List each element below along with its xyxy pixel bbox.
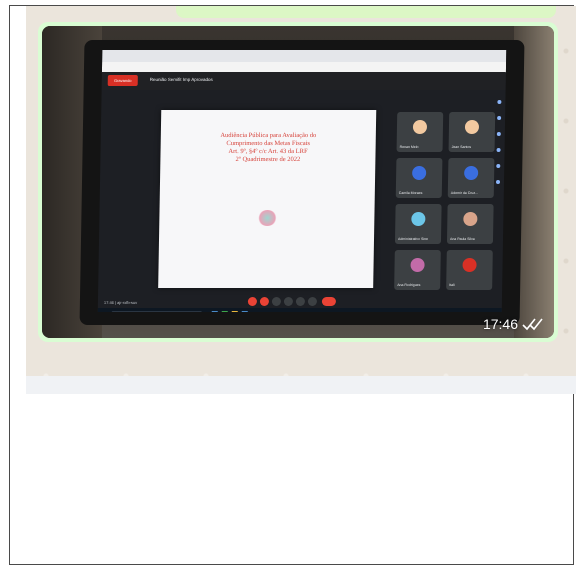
participant-avatar bbox=[462, 258, 477, 272]
taskbar-icon bbox=[241, 311, 248, 312]
slide-line: 2º Quadrimestre de 2022 bbox=[235, 156, 301, 163]
participant-name: Renan Melo bbox=[399, 145, 419, 149]
message-photo[interactable]: Gravando Reunião Semifit Imp Aprovados A… bbox=[42, 26, 554, 338]
participant-tile: Renan Melo bbox=[396, 112, 444, 152]
participant-avatar bbox=[412, 166, 427, 180]
raise-hand-icon bbox=[283, 297, 294, 306]
message-meta: 17:46 bbox=[483, 316, 544, 332]
participant-name: Ana Paula Silva bbox=[449, 237, 475, 241]
presentation-slide: Audiência Pública para Avaliação do Cump… bbox=[158, 110, 377, 288]
participant-name: Administrativo Sine bbox=[397, 237, 429, 241]
browser-tab-bar bbox=[102, 50, 507, 62]
more-options-icon bbox=[307, 297, 318, 306]
participant-avatar bbox=[463, 212, 478, 226]
participant-tile: Ana Rodrigues bbox=[394, 250, 441, 290]
mic-icon bbox=[247, 297, 258, 306]
participant-avatar bbox=[412, 120, 428, 134]
message-time: 17:46 bbox=[482, 316, 518, 332]
participant-name: Ademir da Cruz... bbox=[450, 191, 479, 195]
slide-title: Audiência Pública para Avaliação do Cump… bbox=[180, 132, 356, 164]
participant-name: Itali bbox=[449, 283, 455, 287]
taskbar-icon bbox=[211, 311, 218, 312]
participant-avatar bbox=[464, 166, 479, 180]
participant-tile: Administrativo Sine bbox=[394, 204, 442, 244]
participant-avatar bbox=[464, 120, 480, 134]
double-check-icon bbox=[522, 318, 543, 331]
meeting-title: Reunião Semifit Imp Aprovados bbox=[149, 77, 213, 82]
participant-tile: Jean Santos bbox=[448, 112, 496, 152]
participant-avatar bbox=[410, 258, 425, 272]
meeting-controls bbox=[247, 297, 358, 307]
participant-name: Camila Moraes bbox=[398, 191, 423, 195]
chat-area: Gravando Reunião Semifit Imp Aprovados A… bbox=[26, 6, 576, 376]
meeting-time-code: 17:46 | ajr-rxfb-suv bbox=[103, 300, 138, 305]
participant-tile: Camila Moraes bbox=[395, 158, 443, 198]
slide-line: Art. 9º, §4º c/c Art. 43 da LRF bbox=[228, 148, 308, 155]
previous-message-bubble bbox=[176, 6, 556, 18]
laptop: Gravando Reunião Semifit Imp Aprovados A… bbox=[79, 40, 525, 325]
participant-tile: Itali bbox=[446, 250, 493, 290]
camera-icon bbox=[259, 297, 270, 306]
side-panel-icons bbox=[494, 100, 502, 300]
taskbar-icon bbox=[231, 311, 238, 312]
taskbar-icon bbox=[221, 311, 228, 312]
end-call-icon bbox=[321, 297, 337, 306]
screenshot-frame: Gravando Reunião Semifit Imp Aprovados A… bbox=[9, 5, 576, 565]
record-badge: Gravando bbox=[107, 75, 138, 86]
slide-line: Audiência Pública para Avaliação do bbox=[220, 132, 317, 139]
laptop-screen: Gravando Reunião Semifit Imp Aprovados A… bbox=[97, 50, 507, 312]
participant-name: Ana Rodrigues bbox=[397, 283, 421, 287]
taskbar-search bbox=[111, 311, 202, 312]
captions-icon bbox=[271, 297, 282, 306]
slide-logo bbox=[257, 210, 278, 226]
slide-line: Cumprimento das Metas Fiscais bbox=[226, 140, 311, 147]
participant-name: Jean Santos bbox=[451, 145, 472, 149]
present-icon bbox=[295, 297, 306, 306]
image-message-bubble[interactable]: Gravando Reunião Semifit Imp Aprovados A… bbox=[38, 22, 558, 342]
participant-tile: Ademir da Cruz... bbox=[447, 158, 495, 198]
participant-tile: Ana Paula Silva bbox=[446, 204, 494, 244]
chat-footer-strip bbox=[26, 376, 576, 394]
participant-avatar bbox=[411, 212, 426, 226]
